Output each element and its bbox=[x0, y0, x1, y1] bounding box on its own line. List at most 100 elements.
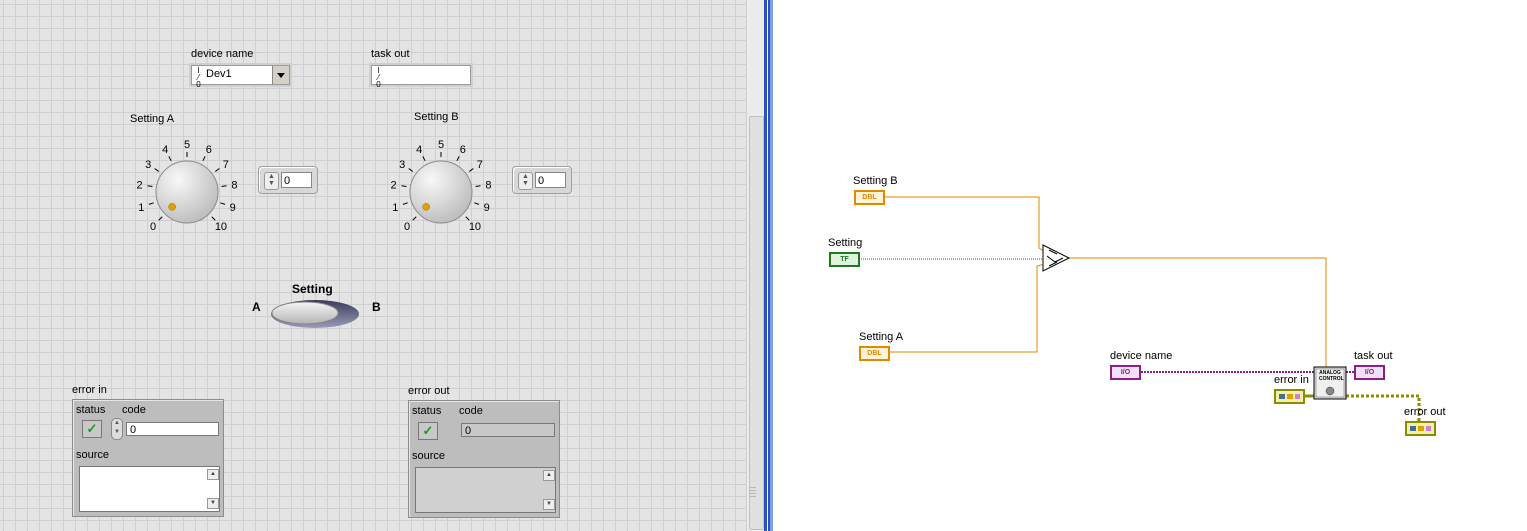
knob-tick bbox=[474, 202, 480, 205]
error-out-cluster: status code ✓ 0 source ▲ ▼ bbox=[408, 400, 560, 518]
io-icon: I ⁄ 0 bbox=[196, 66, 201, 89]
knob-pointer-dot bbox=[422, 203, 430, 211]
setting-b-value[interactable]: 0 bbox=[535, 172, 566, 188]
knob-tick-label: 1 bbox=[392, 202, 398, 214]
knob-tick-label: 3 bbox=[145, 159, 151, 171]
scroll-up-icon[interactable]: ▲ bbox=[207, 469, 219, 480]
front-panel-scrollbar[interactable]: — — — — bbox=[746, 0, 765, 531]
knob-tick bbox=[154, 168, 159, 172]
switch-b-label: B bbox=[372, 300, 381, 314]
setting-b-knob[interactable]: 01 234 5 678 910 bbox=[376, 128, 506, 246]
knob-tick-label: 9 bbox=[230, 202, 236, 214]
device-name-dropdown[interactable]: I ⁄ 0 Dev1 bbox=[191, 65, 290, 89]
knob-pointer-dot bbox=[168, 203, 176, 211]
knob-tick bbox=[401, 185, 407, 188]
knob-tick-label: 1 bbox=[138, 202, 144, 214]
scroll-down-icon[interactable]: ▼ bbox=[543, 499, 555, 510]
task-out-terminal-label: task out bbox=[1354, 350, 1393, 362]
knob-tick-label: 7 bbox=[477, 159, 483, 171]
increment-decrement-icon[interactable]: ▲ ▼ bbox=[264, 172, 279, 190]
error-out-terminal[interactable] bbox=[1405, 421, 1436, 436]
knob-tick bbox=[469, 168, 474, 172]
device-name-label: device name bbox=[191, 48, 254, 60]
wires bbox=[859, 196, 1421, 422]
knob-tick-label: 5 bbox=[184, 139, 190, 151]
error-in-terminal[interactable] bbox=[1274, 389, 1305, 404]
knob-tick-label: 8 bbox=[485, 179, 491, 191]
device-name-value: Dev1 bbox=[206, 68, 232, 80]
setting-b-terminal-label: Setting B bbox=[853, 175, 898, 187]
scrollbar-thumb[interactable] bbox=[749, 116, 764, 530]
setting-a-terminal-label: Setting A bbox=[859, 331, 904, 343]
knob-tick bbox=[408, 168, 413, 172]
switch-a-label: A bbox=[252, 300, 261, 314]
knob-tick-label: 10 bbox=[215, 221, 227, 233]
setting-b-wire bbox=[859, 196, 1046, 253]
knob-tick bbox=[147, 185, 153, 188]
knob-tick bbox=[215, 168, 220, 172]
io-icon: I ⁄ 0 bbox=[376, 66, 381, 89]
increment-decrement-icon[interactable]: ▲ ▼ bbox=[111, 418, 123, 440]
knob-tick bbox=[412, 216, 417, 221]
error-out-label: error out bbox=[408, 385, 450, 397]
error-in-terminal-label: error in bbox=[1274, 374, 1309, 386]
status-checkmark-icon[interactable]: ✓ bbox=[82, 420, 102, 438]
knob-tick-label: 4 bbox=[416, 144, 422, 156]
scroll-down-icon[interactable]: ▼ bbox=[207, 498, 219, 509]
task-out-label: task out bbox=[371, 48, 410, 60]
device-name-terminal[interactable]: I/O bbox=[1110, 365, 1141, 380]
dropdown-arrow-icon[interactable] bbox=[272, 66, 289, 84]
knob-tick bbox=[465, 216, 470, 221]
knob-tick bbox=[220, 202, 226, 205]
scroll-up-icon[interactable]: ▲ bbox=[543, 470, 555, 481]
knob-tick bbox=[148, 202, 154, 205]
knob-tick-label: 3 bbox=[399, 159, 405, 171]
knob-tick-label: 2 bbox=[391, 179, 397, 191]
error-out-terminal-label: error out bbox=[1404, 406, 1446, 418]
setting-switch-label: Setting bbox=[292, 282, 333, 296]
setting-a-value[interactable]: 0 bbox=[281, 172, 312, 188]
status-label: status bbox=[76, 404, 106, 416]
setting-terminal-label: Setting bbox=[828, 237, 863, 249]
select-function-icon[interactable] bbox=[1042, 244, 1071, 272]
scrollbar[interactable]: ▲ ▼ bbox=[206, 468, 219, 510]
setting-a-label: Setting A bbox=[130, 113, 175, 125]
task-out-terminal[interactable]: I/O bbox=[1354, 365, 1385, 380]
scrollbar[interactable]: ▲ ▼ bbox=[542, 469, 555, 511]
knob-tick bbox=[456, 156, 460, 162]
select-output-wire bbox=[1069, 257, 1327, 372]
knob-tick-label: 6 bbox=[460, 144, 466, 156]
cluster-icon bbox=[1410, 426, 1431, 431]
setting-a-terminal[interactable]: DBL bbox=[859, 346, 890, 361]
error-out-source-field: ▲ ▼ bbox=[415, 467, 556, 513]
knob-tick bbox=[168, 156, 172, 162]
source-label: source bbox=[76, 449, 110, 461]
knob-tick bbox=[221, 185, 227, 188]
error-out-code-field: 0 bbox=[461, 423, 555, 437]
code-label: code bbox=[122, 404, 146, 416]
setting-b-numeric[interactable]: ▲ ▼ 0 bbox=[512, 166, 572, 194]
setting-terminal[interactable]: TF bbox=[829, 252, 860, 267]
knob-tick-label: 2 bbox=[137, 179, 143, 191]
knob-tick-label: 0 bbox=[404, 221, 410, 233]
knob-tick bbox=[475, 185, 481, 188]
setting-b-terminal[interactable]: DBL bbox=[854, 190, 885, 205]
status-checkmark-icon: ✓ bbox=[418, 422, 438, 440]
knob-body[interactable] bbox=[155, 160, 219, 224]
setting-a-numeric[interactable]: ▲ ▼ 0 bbox=[258, 166, 318, 194]
error-in-cluster: status code ✓ ▲ ▼ 0 source ▲ ▼ bbox=[72, 399, 224, 517]
increment-decrement-icon[interactable]: ▲ ▼ bbox=[518, 172, 533, 190]
error-in-code-field[interactable]: 0 bbox=[126, 422, 219, 436]
setting-a-knob[interactable]: 01 234 5 678 910 bbox=[122, 128, 252, 246]
knob-tick bbox=[422, 156, 426, 162]
setting-b-label: Setting B bbox=[414, 111, 459, 123]
window-divider bbox=[764, 0, 773, 531]
subvi-label: ANALOG CONTROL bbox=[1319, 370, 1344, 382]
code-label: code bbox=[459, 405, 483, 417]
knob-body[interactable] bbox=[409, 160, 473, 224]
source-label: source bbox=[412, 450, 446, 462]
setting-toggle-switch[interactable] bbox=[268, 297, 362, 331]
knob-tick bbox=[202, 156, 206, 162]
knob-tick-label: 7 bbox=[223, 159, 229, 171]
error-in-source-field[interactable]: ▲ ▼ bbox=[79, 466, 220, 512]
